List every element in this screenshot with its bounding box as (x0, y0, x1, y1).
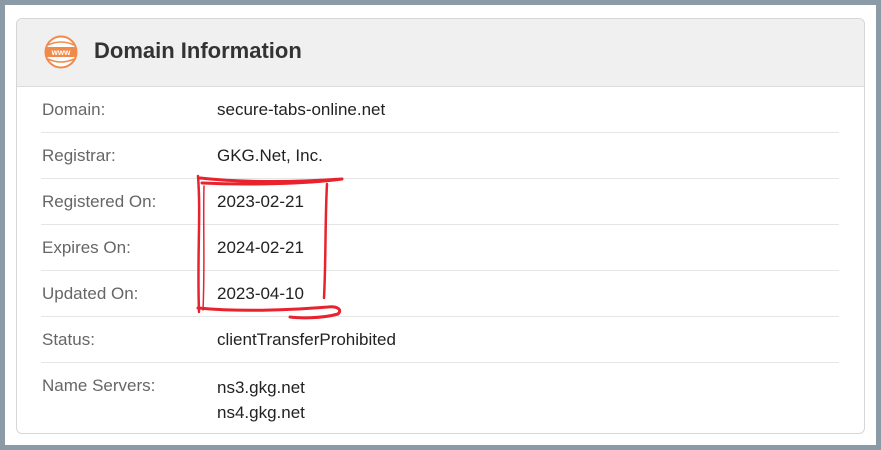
www-globe-icon: www (44, 35, 78, 69)
card-title: Domain Information (94, 38, 302, 63)
name-server-2: ns4.gkg.net (217, 403, 305, 422)
row-domain: Domain: secure-tabs-online.net (41, 87, 839, 133)
row-value: 2024-02-21 (217, 238, 304, 257)
row-label: Expires On: (42, 238, 131, 257)
www-icon-text: www (51, 48, 71, 57)
row-label: Name Servers: (42, 376, 156, 395)
row-registrar: Registrar: GKG.Net, Inc. (41, 133, 839, 179)
row-registered-on: Registered On: 2023-02-21 (41, 179, 839, 225)
row-name-servers: Name Servers: ns3.gkg.net ns4.gkg.net (41, 363, 839, 433)
row-updated-on: Updated On: 2023-04-10 (41, 271, 839, 317)
row-value: clientTransferProhibited (217, 330, 396, 349)
row-expires-on: Expires On: 2024-02-21 (41, 225, 839, 271)
row-value: secure-tabs-online.net (217, 100, 386, 119)
domain-info-table: Domain: secure-tabs-online.net Registrar… (41, 87, 839, 433)
row-label: Domain: (42, 100, 106, 119)
name-server-1: ns3.gkg.net (217, 378, 305, 397)
row-label: Status: (42, 330, 95, 349)
row-label: Updated On: (42, 284, 139, 303)
page-frame: www Domain Information Domain: secure-ta… (5, 5, 876, 445)
row-status: Status: clientTransferProhibited (41, 317, 839, 363)
domain-info-card: www Domain Information Domain: secure-ta… (16, 18, 865, 434)
row-value: 2023-04-10 (217, 284, 304, 303)
row-value-list: ns3.gkg.net ns4.gkg.net (217, 375, 305, 425)
row-value: GKG.Net, Inc. (217, 146, 323, 165)
row-label: Registrar: (42, 146, 116, 165)
row-label: Registered On: (42, 192, 157, 211)
card-header: www Domain Information (17, 19, 864, 87)
row-value: 2023-02-21 (217, 192, 304, 211)
